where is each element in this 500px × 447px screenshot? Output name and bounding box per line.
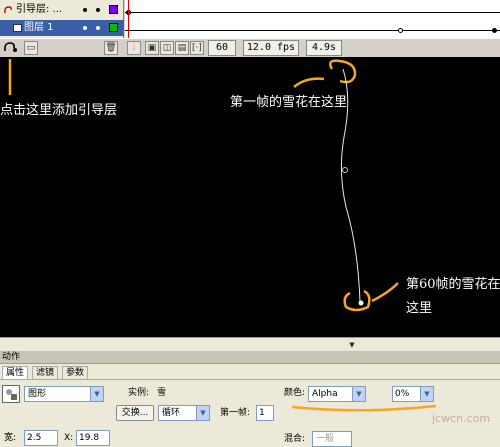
annotation-frame60-line2: 这里 — [406, 301, 433, 316]
graphic-symbol-icon — [2, 385, 20, 403]
highlight-circle-first — [329, 59, 357, 84]
stage[interactable]: 点击这里添加引导层 第一帧的雪花在这里 第60帧的雪花在 这里 — [0, 57, 500, 337]
keyframe[interactable] — [492, 28, 497, 33]
pointer-first — [293, 77, 325, 88]
pointer-60 — [371, 282, 399, 303]
lock-dot[interactable] — [96, 8, 100, 12]
snowflake-instance[interactable] — [358, 300, 364, 306]
color-label: 颜色: — [284, 388, 306, 398]
flash-window: 引导层: ... 图层 1 ▭ 🗑 ⦙ ▣ ◫ ▤ [·] 60 12.0 fp… — [0, 0, 500, 447]
lock-dot[interactable] — [96, 26, 100, 30]
annotation-first-frame: 第一帧的雪花在这里 — [230, 95, 348, 110]
outline-color-swatch[interactable] — [109, 23, 118, 32]
timeline-panel: 引导层: ... 图层 1 ▭ 🗑 ⦙ ▣ ◫ ▤ [·] 60 12.0 fp… — [0, 0, 500, 57]
outline-color-swatch[interactable] — [109, 5, 118, 14]
alpha-input[interactable]: 0% — [392, 386, 422, 402]
edit-multiple-frames-icon[interactable]: ▤ — [175, 41, 189, 55]
path-midpoint — [342, 167, 348, 173]
instance-name: 雪 — [157, 388, 167, 398]
blend-mode-value: 一般 — [316, 434, 335, 444]
blend-mode-select: 一般 — [312, 431, 352, 447]
chevron-down-icon: ▼ — [352, 387, 365, 401]
first-frame-label: 第一帧: — [220, 408, 251, 418]
x-input[interactable]: 19.8 — [76, 430, 110, 446]
tab-properties[interactable]: 属性 — [2, 366, 29, 379]
panel-collapse-bar[interactable]: ▼ — [0, 337, 500, 351]
instance-label: 实例: — [128, 388, 150, 398]
onion-outline-icon[interactable]: ◫ — [160, 41, 174, 55]
playhead[interactable] — [128, 0, 129, 38]
color-mode-value: Alpha — [312, 389, 338, 399]
highlight-underline — [291, 404, 437, 412]
chevron-down-icon: ▼ — [420, 387, 433, 401]
layer-row-guide[interactable]: 引导层: ... — [0, 2, 124, 18]
property-inspector: 属性 滤镜 参数 图形 ▼ 实例: 雪 交换... 循环 ▼ 第一帧: 1 颜色… — [0, 364, 500, 447]
frame-rate: 12.0 fps — [243, 40, 299, 56]
blend-label: 混合: — [284, 434, 306, 444]
add-folder-icon[interactable]: ▭ — [24, 41, 38, 55]
first-frame-input[interactable]: 1 — [256, 405, 274, 421]
layer-name: 图层 1 — [24, 22, 54, 33]
frame-grid[interactable] — [125, 0, 500, 38]
timeline-toolbar: ▭ 🗑 ⦙ ▣ ◫ ▤ [·] 60 12.0 fps 4.9s — [0, 38, 500, 57]
loop-mode-select[interactable]: 循环 ▼ — [158, 405, 210, 421]
alpha-slider-toggle[interactable]: ▼ — [420, 386, 434, 402]
guide-layer-icon — [4, 6, 12, 14]
width-input[interactable]: 2.5 — [24, 430, 58, 446]
symbol-type-value: 图形 — [28, 389, 47, 399]
delete-layer-icon[interactable]: 🗑 — [104, 41, 118, 55]
annotation-frame60-line1: 第60帧的雪花在 — [406, 277, 500, 292]
chevron-down-icon: ▼ — [90, 387, 103, 401]
actions-panel-title[interactable]: 动作 — [0, 351, 500, 364]
actions-title: 动作 — [2, 352, 21, 362]
symbol-type-select[interactable]: 图形 ▼ — [24, 386, 104, 402]
site-watermark: jcwcn.com — [432, 412, 491, 425]
current-frame: 60 — [208, 40, 236, 56]
width-label: 宽: — [4, 433, 17, 443]
center-frame-icon[interactable]: ⦙ — [127, 41, 141, 55]
loop-mode-value: 循环 — [162, 408, 181, 418]
color-mode-select[interactable]: Alpha ▼ — [308, 386, 366, 402]
highlight-circle-60 — [343, 289, 371, 312]
layer-row-1[interactable]: 图层 1 — [0, 20, 124, 36]
modify-markers-icon[interactable]: [·] — [190, 41, 204, 55]
tab-filters[interactable]: 滤镜 — [32, 366, 59, 379]
x-label: X: — [64, 433, 74, 443]
annotation-add-guide: 点击这里添加引导层 — [0, 103, 118, 118]
visibility-dot[interactable] — [83, 8, 87, 12]
layer-list: 引导层: ... 图层 1 — [0, 0, 124, 38]
tab-parameters[interactable]: 参数 — [62, 366, 89, 379]
layer-name: 引导层: ... — [16, 4, 63, 15]
collapse-arrow-icon[interactable]: ▼ — [347, 341, 357, 349]
swap-button[interactable]: 交换... — [116, 405, 154, 421]
chevron-down-icon: ▼ — [196, 406, 209, 420]
elapsed-time: 4.9s — [306, 40, 342, 56]
layer-icon — [13, 24, 22, 32]
add-motion-guide-icon[interactable] — [2, 39, 20, 55]
keyframe[interactable] — [398, 28, 403, 33]
onion-skin-icon[interactable]: ▣ — [145, 41, 159, 55]
visibility-dot[interactable] — [83, 26, 87, 30]
